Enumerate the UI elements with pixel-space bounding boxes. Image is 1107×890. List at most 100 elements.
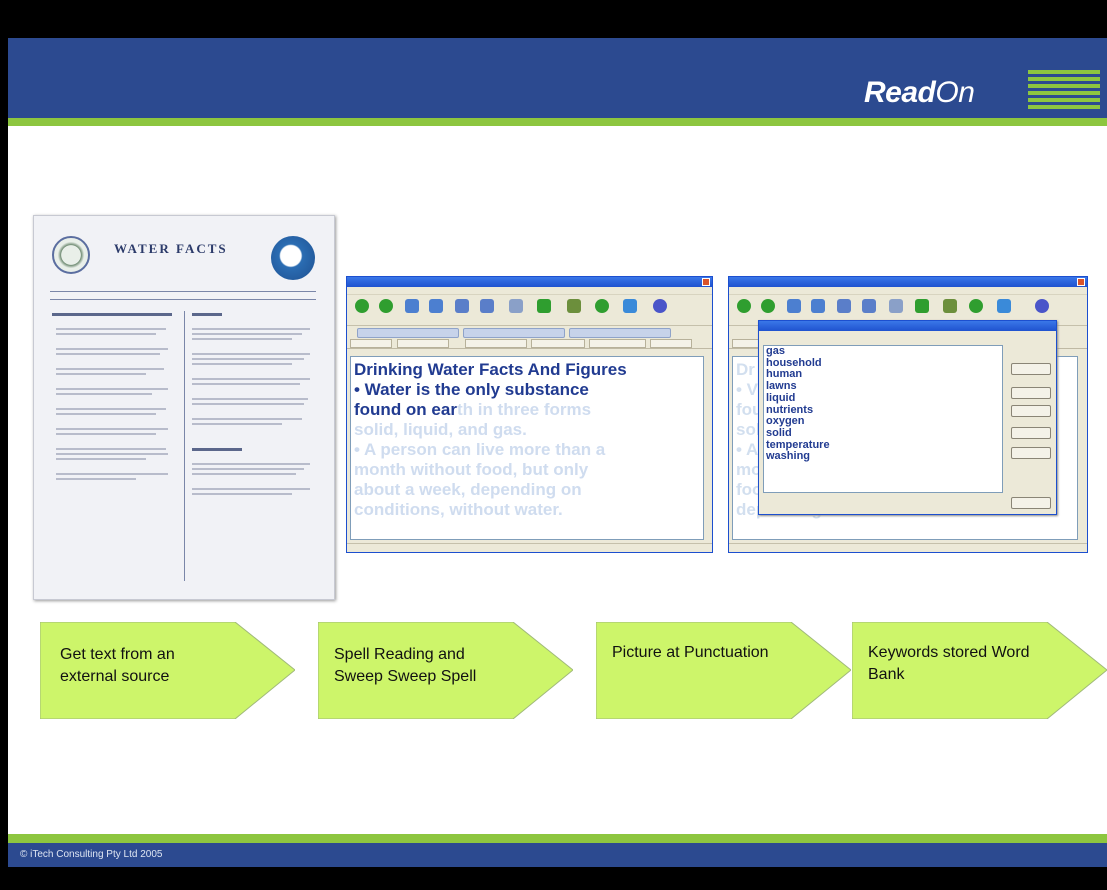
doc-text-line — [56, 328, 166, 330]
image-icon — [509, 299, 523, 313]
document-icon — [787, 299, 801, 313]
doc-text-line — [192, 333, 302, 335]
dialog-button — [1011, 447, 1051, 459]
doc-text-line — [192, 418, 302, 420]
doc-text-line — [56, 373, 146, 375]
help-icon — [1035, 299, 1049, 313]
keyword-item: lawns — [766, 380, 797, 393]
document-icon — [480, 299, 494, 313]
doc-text-line — [192, 358, 304, 360]
doc-left-heading — [52, 313, 172, 316]
doc-right-heading2 — [192, 448, 242, 451]
doc-text-line — [192, 423, 282, 425]
doc-text-line — [192, 468, 304, 470]
top-letterbox — [0, 0, 1107, 38]
doc-text-line — [56, 348, 168, 350]
doc-text-line — [56, 478, 136, 480]
header-green-rule — [8, 118, 1107, 126]
dialog-button — [1011, 363, 1051, 375]
document-icon — [405, 299, 419, 313]
picture-option — [650, 339, 692, 348]
slide: ReadOn WATER FACTS Drinking Water Facts … — [0, 0, 1107, 890]
window-title-bar — [729, 277, 1087, 287]
water-facts-document-thumbnail: WATER FACTS — [33, 215, 335, 600]
refresh-icon — [997, 299, 1011, 313]
dialog-button — [1011, 387, 1051, 399]
bottom-letterbox — [0, 867, 1107, 890]
doc-right-heading — [192, 313, 222, 316]
doc-text-line — [192, 463, 310, 465]
tab-passage — [350, 339, 392, 348]
keyword-list: gas household human lawns liquid nutrien… — [763, 345, 1003, 493]
step-arrow-1: Get text from an external source — [40, 622, 295, 719]
keyword-item: washing — [766, 450, 811, 463]
document-icon — [837, 299, 851, 313]
readon-logo: ReadOn — [864, 76, 975, 110]
doc-text-line — [56, 393, 152, 395]
step-label: Picture at Punctuation — [612, 644, 769, 661]
doc-text-line — [192, 328, 310, 330]
logo-read-text: Read — [864, 76, 936, 109]
reading-text: Drinking Water Facts And Figures • Water… — [351, 357, 703, 520]
doc-text-line — [56, 413, 156, 415]
settings-row — [347, 326, 712, 338]
background-option — [531, 339, 585, 348]
next-icon — [761, 299, 775, 313]
dialog-title-bar — [759, 321, 1056, 331]
close-icon — [1077, 278, 1085, 286]
step-arrow-3: Picture at Punctuation — [596, 622, 851, 719]
doc-text-line — [56, 458, 146, 460]
doc-text-line — [56, 368, 164, 370]
step-label: Get text from an external source — [60, 646, 175, 685]
play-icon — [737, 299, 751, 313]
tab-options — [397, 339, 449, 348]
status-bar — [347, 543, 712, 552]
status-bar — [729, 543, 1087, 552]
settings-3-button — [569, 328, 671, 338]
step-label: Spell Reading and Sweep Sweep Spell — [334, 646, 477, 685]
step-arrow-4: Keywords stored Word Bank — [852, 622, 1107, 719]
doc-text-line — [56, 453, 168, 455]
doc-text-line — [192, 473, 296, 475]
globe-icon — [595, 299, 609, 313]
doc-text-line — [192, 353, 310, 355]
doc-text-line — [192, 363, 292, 365]
doc-text-line — [56, 333, 156, 335]
options-row — [347, 338, 712, 349]
next-icon — [379, 299, 393, 313]
document-icon — [862, 299, 876, 313]
keyword-item: gas — [766, 345, 785, 357]
doc-text-line — [192, 378, 310, 380]
keyword-item: human — [766, 368, 803, 381]
doc-title: WATER FACTS — [114, 241, 228, 256]
keyword-item: solid — [766, 426, 792, 439]
menu-bar — [347, 287, 712, 295]
reader-window-screenshot: Drinking Water Facts And Figures • Water… — [346, 276, 713, 553]
document-icon — [455, 299, 469, 313]
keyword-item: oxygen — [766, 415, 805, 428]
keyword-item: liquid — [766, 391, 796, 404]
help-icon — [653, 299, 667, 313]
doc-column-divider — [184, 311, 185, 581]
settings-2-button — [463, 328, 565, 338]
refresh-icon — [623, 299, 637, 313]
doc-text-line — [56, 408, 166, 410]
step-arrow-2: Spell Reading and Sweep Sweep Spell — [318, 622, 573, 719]
doc-text-line — [56, 473, 168, 475]
step-label: Keywords stored Word Bank — [868, 644, 1030, 683]
window-title-bar — [347, 277, 712, 287]
doc-text-line — [192, 403, 304, 405]
settings-1-button — [357, 328, 459, 338]
font-icon — [915, 299, 929, 313]
reading-pane: Drinking Water Facts And Figures • Water… — [350, 356, 704, 540]
dialog-button — [1011, 497, 1051, 509]
doc-text-line — [56, 448, 166, 450]
doc-text-line — [192, 488, 310, 490]
doc-text-line — [192, 493, 292, 495]
doc-text-line — [192, 398, 308, 400]
font-colour-option — [465, 339, 527, 348]
menu-bar — [729, 287, 1087, 295]
epa-seal-icon — [52, 236, 90, 274]
doc-text-line — [56, 433, 156, 435]
footer-copyright: © iTech Consulting Pty Ltd 2005 — [8, 843, 1107, 867]
